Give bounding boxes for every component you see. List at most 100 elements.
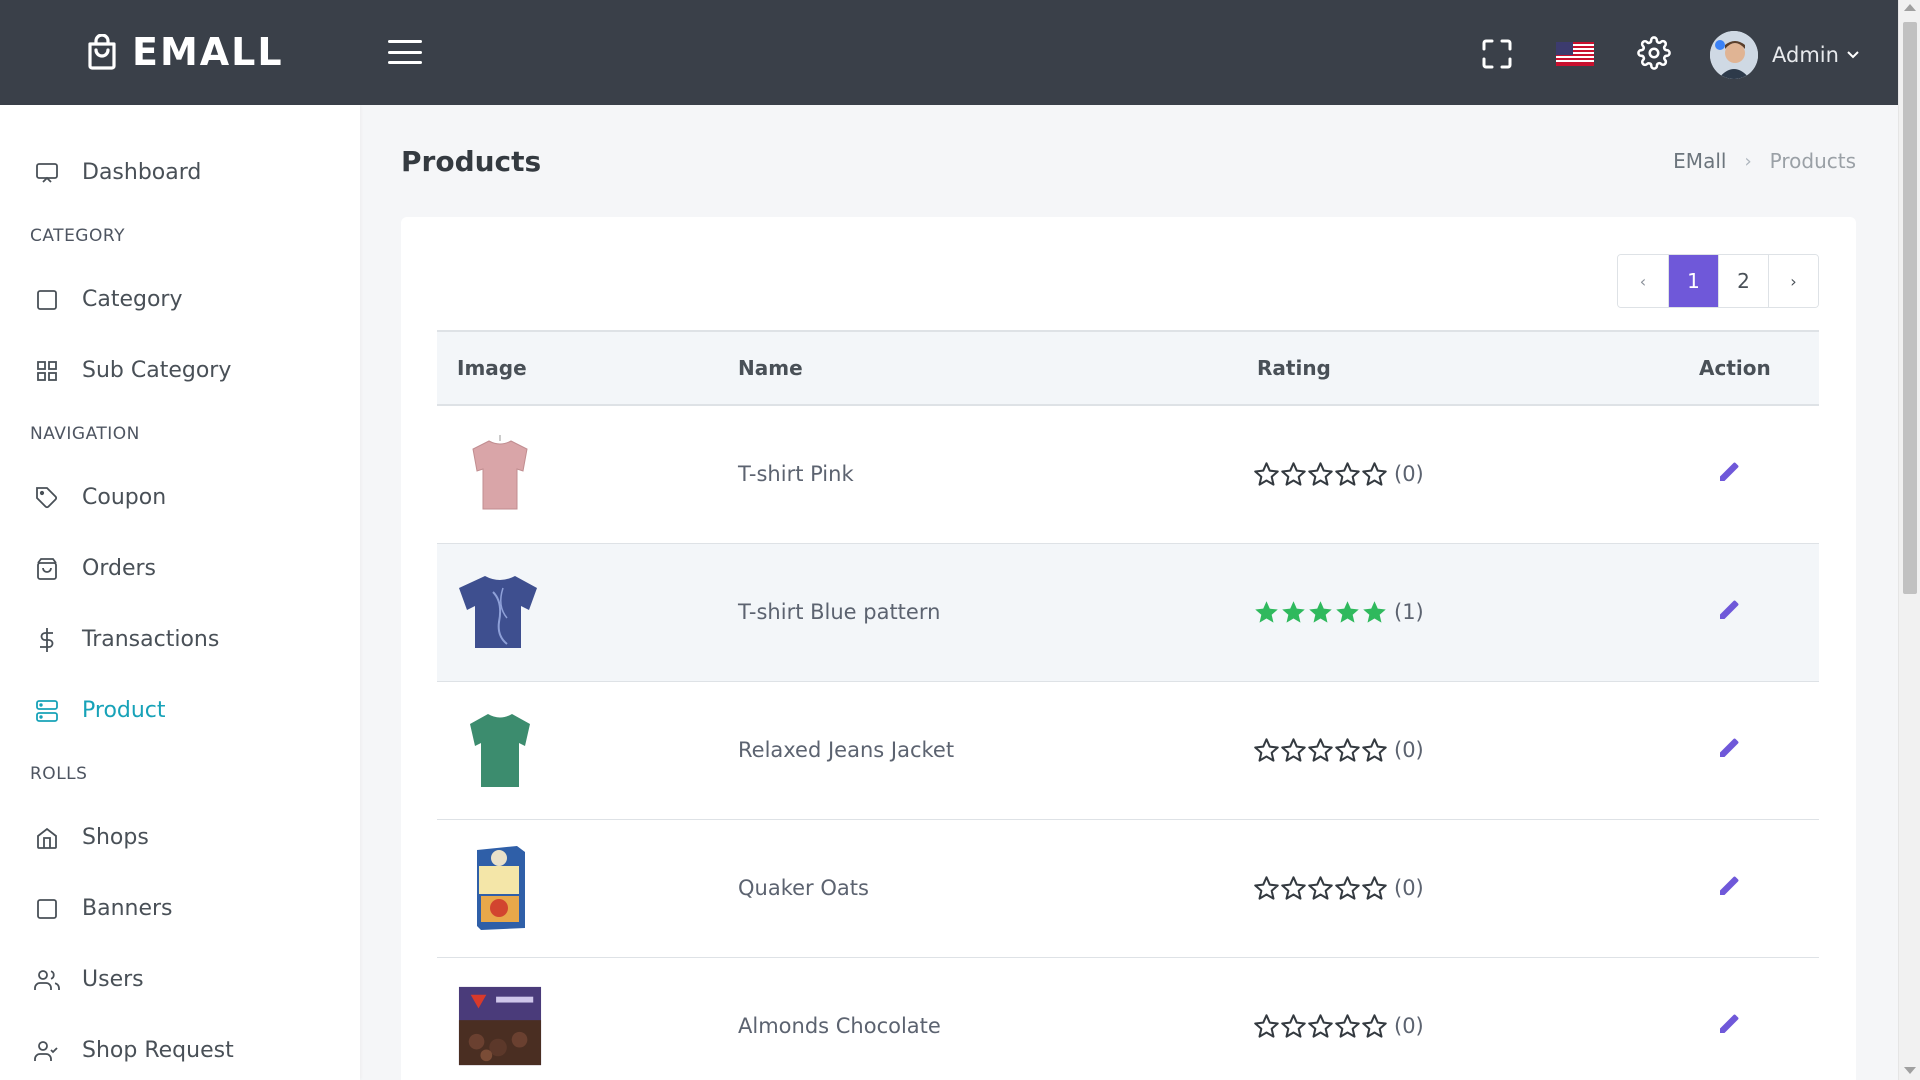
sidebar-item-users[interactable]: Users: [0, 944, 360, 1015]
star-outline-icon: [1335, 1013, 1360, 1038]
topbar: EMALL Admin: [0, 0, 1898, 105]
user-check-icon: [34, 1038, 60, 1064]
edit-button[interactable]: [1717, 460, 1741, 484]
star-filled-icon: [1255, 600, 1278, 623]
square-icon: [34, 896, 60, 922]
pagination-next-button[interactable]: ›: [1768, 255, 1818, 307]
pencil-icon: [1720, 876, 1739, 895]
sidebar-item-shops[interactable]: Shops: [0, 802, 360, 873]
star-outline-icon: [1281, 461, 1306, 486]
pencil-icon: [1720, 462, 1739, 481]
main-content: Products EMall › Products ‹ 1 2 › Image …: [360, 105, 1898, 1080]
breadcrumb-current: Products: [1769, 149, 1856, 173]
pagination-page-1[interactable]: 1: [1668, 255, 1718, 307]
star-outline-icon: [1335, 875, 1360, 900]
rating-count: (0): [1394, 1014, 1424, 1038]
sidebar-item-banners[interactable]: Banners: [0, 873, 360, 944]
rating-count: (0): [1394, 876, 1424, 900]
sidebar-item-category[interactable]: Category: [0, 264, 360, 335]
products-card: ‹ 1 2 › Image Name Rating Action T-shirt…: [401, 217, 1856, 1080]
breadcrumb-root-link[interactable]: EMall: [1673, 149, 1726, 173]
menu-toggle-button[interactable]: [388, 40, 422, 64]
rating-stars: (1): [1253, 599, 1699, 626]
sidebar: Dashboard CATEGORY Category Sub Category…: [0, 105, 360, 1080]
edit-button[interactable]: [1717, 874, 1741, 898]
sidebar-item-label: Banners: [82, 896, 173, 921]
edit-button[interactable]: [1717, 736, 1741, 760]
table-row: Relaxed Jeans Jacket (0): [437, 681, 1819, 819]
grid-icon: [34, 358, 60, 384]
star-filled-icon: [1363, 600, 1386, 623]
hamburger-icon-line: [388, 61, 422, 64]
product-name: T-shirt Blue pattern: [738, 600, 941, 624]
edit-button[interactable]: [1717, 1012, 1741, 1036]
star-outline-icon: [1254, 1013, 1279, 1038]
user-name: Admin: [1772, 43, 1839, 67]
sidebar-item-label: Orders: [82, 556, 156, 581]
sidebar-item-label: Product: [82, 698, 166, 723]
star-filled-icon: [1336, 600, 1359, 623]
square-icon: [34, 287, 60, 313]
sidebar-item-label: Transactions: [82, 627, 220, 652]
column-header-action: Action: [1699, 356, 1771, 380]
sidebar-item-label: Coupon: [82, 485, 167, 510]
user-menu[interactable]: Admin: [1710, 31, 1859, 79]
rating-count: (1): [1394, 600, 1424, 624]
table-header-row: Image Name Rating Action: [437, 331, 1819, 405]
us-flag-icon[interactable]: [1556, 42, 1594, 66]
dollar-icon: [34, 627, 60, 653]
breadcrumb: EMall › Products: [1673, 149, 1856, 173]
home-icon: [34, 825, 60, 851]
page-scrollbar[interactable]: [1898, 0, 1920, 1080]
sidebar-item-orders[interactable]: Orders: [0, 533, 360, 604]
hamburger-icon-line: [388, 50, 422, 54]
pagination-page-2[interactable]: 2: [1718, 255, 1768, 307]
avatar: [1710, 31, 1758, 79]
star-outline-icon: [1308, 737, 1333, 762]
page-title: Products: [401, 145, 542, 178]
pencil-icon: [1720, 600, 1739, 619]
star-outline-icon: [1254, 875, 1279, 900]
pencil-icon: [1720, 1014, 1739, 1033]
sidebar-item-label: Category: [82, 287, 183, 312]
chocolate-box-image: [457, 983, 543, 1069]
hamburger-icon-line: [388, 40, 422, 43]
bag-icon: [34, 556, 60, 582]
green-tshirt-image: [457, 707, 543, 793]
sidebar-item-product[interactable]: Product: [0, 675, 360, 746]
star-outline-icon: [1308, 1013, 1333, 1038]
product-name: T-shirt Pink: [738, 462, 854, 487]
sidebar-item-shop-request[interactable]: Shop Request: [0, 1015, 360, 1080]
monitor-icon: [34, 160, 60, 186]
scroll-down-arrow-icon[interactable]: [1904, 1067, 1916, 1074]
sidebar-item-label: Dashboard: [82, 160, 202, 185]
star-outline-icon: [1254, 737, 1279, 762]
sidebar-item-label: Users: [82, 967, 144, 992]
brand-name: EMALL: [132, 30, 284, 74]
star-outline-icon: [1335, 737, 1360, 762]
sidebar-item-dashboard[interactable]: Dashboard: [0, 137, 360, 208]
sidebar-item-coupon[interactable]: Coupon: [0, 462, 360, 533]
sidebar-item-sub-category[interactable]: Sub Category: [0, 335, 360, 406]
pagination-prev-button[interactable]: ‹: [1618, 255, 1668, 307]
rating-stars: (0): [1253, 875, 1699, 902]
star-outline-icon: [1308, 875, 1333, 900]
star-filled-icon: [1309, 600, 1332, 623]
server-icon: [34, 698, 60, 724]
rating-count: (0): [1394, 462, 1424, 487]
edit-button[interactable]: [1717, 598, 1741, 622]
scrollbar-thumb[interactable]: [1903, 22, 1917, 594]
settings-icon[interactable]: [1637, 36, 1671, 70]
column-header-rating: Rating: [1257, 356, 1331, 380]
fullscreen-icon[interactable]: [1482, 39, 1512, 69]
brand-logo[interactable]: EMALL: [86, 30, 284, 74]
product-name: Almonds Chocolate: [738, 1014, 941, 1038]
products-table: Image Name Rating Action T-shirt Pink (0…: [437, 330, 1819, 1080]
pink-tshirt-image: [457, 431, 543, 517]
sidebar-item-label: Shops: [82, 825, 149, 850]
star-outline-icon: [1281, 875, 1306, 900]
sidebar-item-transactions[interactable]: Transactions: [0, 604, 360, 675]
star-filled-icon: [1282, 600, 1305, 623]
scroll-up-arrow-icon[interactable]: [1904, 4, 1916, 11]
sidebar-item-label: Shop Request: [82, 1038, 234, 1063]
